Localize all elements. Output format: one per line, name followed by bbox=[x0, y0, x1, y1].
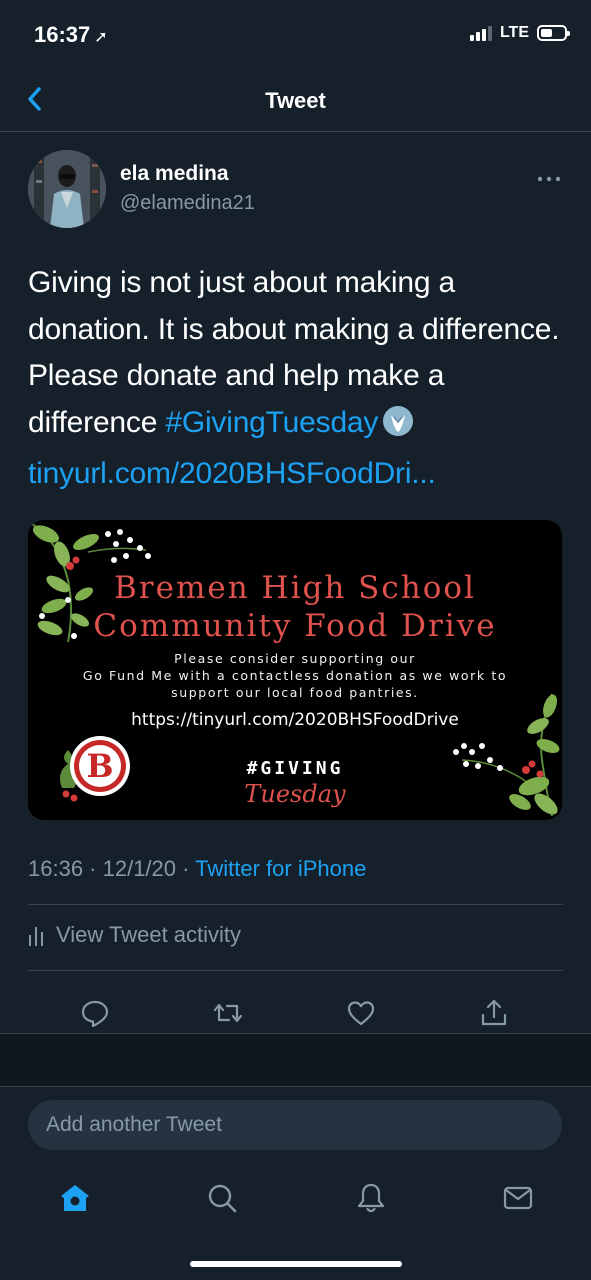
school-logo: B bbox=[54, 728, 134, 813]
bottom-tab-bar bbox=[0, 1170, 591, 1230]
signal-strength-icon bbox=[469, 25, 492, 41]
more-horizontal-icon bbox=[537, 176, 561, 182]
battery-icon bbox=[537, 25, 570, 41]
tweet-url-link[interactable]: tinyurl.com/2020BHSFoodDri... bbox=[28, 457, 436, 490]
bell-icon bbox=[357, 1183, 385, 1213]
card-headline-line2: Community Food Drive bbox=[93, 608, 497, 644]
add-another-tweet-input[interactable] bbox=[28, 1100, 562, 1150]
view-tweet-activity-button[interactable]: View Tweet activity bbox=[28, 922, 241, 948]
status-time-text: 16:37 bbox=[34, 22, 91, 47]
network-type: LTE bbox=[499, 24, 529, 41]
status-time: 16:37 ➚ bbox=[34, 22, 108, 48]
home-icon bbox=[61, 1185, 89, 1211]
retweet-icon bbox=[213, 1003, 243, 1023]
logo-letter: B bbox=[86, 747, 113, 785]
status-indicators: LTE bbox=[469, 24, 570, 42]
search-icon bbox=[208, 1184, 237, 1213]
tweet-text: Giving is not just about making a donati… bbox=[28, 260, 568, 498]
nav-bar: Tweet bbox=[0, 70, 591, 132]
view-tweet-activity-label: View Tweet activity bbox=[56, 922, 242, 947]
tweet-timestamp-row: 16:36 · 12/1/20 · Twitter for iPhone bbox=[28, 856, 366, 882]
home-indicator bbox=[190, 1261, 402, 1267]
media-image-card[interactable]: Bremen High School Community Food Drive … bbox=[28, 520, 562, 820]
school-logo-icon: B bbox=[60, 736, 130, 802]
tab-notifications[interactable] bbox=[355, 1182, 387, 1214]
avatar-photo bbox=[28, 150, 106, 228]
more-options-button[interactable] bbox=[537, 170, 561, 182]
tab-messages[interactable] bbox=[502, 1182, 534, 1214]
hashtag-link[interactable]: #GivingTuesday bbox=[165, 406, 378, 439]
holly-decoration-br-icon bbox=[453, 693, 560, 817]
card-headline-line1: Bremen High School bbox=[114, 570, 476, 606]
status-bar: 16:37 ➚ LTE bbox=[0, 0, 591, 70]
reply-button[interactable] bbox=[80, 998, 110, 1028]
card-body-line2: Go Fund Me with a contactless donation a… bbox=[82, 668, 508, 683]
tab-search[interactable] bbox=[206, 1182, 238, 1214]
author-handle[interactable]: @elamedina21 bbox=[120, 192, 255, 215]
giving-tuesday-icon bbox=[382, 405, 414, 452]
mail-icon bbox=[503, 1186, 533, 1210]
reply-icon bbox=[81, 1000, 109, 1028]
divider bbox=[28, 970, 563, 971]
tweet-timestamp: 16:36 · 12/1/20 · bbox=[28, 856, 196, 881]
section-separator bbox=[0, 1033, 591, 1087]
bar-chart-icon bbox=[29, 927, 43, 946]
share-icon bbox=[481, 999, 507, 1026]
tweet-source-link[interactable]: Twitter for iPhone bbox=[195, 856, 366, 881]
card-body-line1: Please consider supporting our bbox=[174, 651, 416, 666]
share-button[interactable] bbox=[479, 998, 509, 1028]
location-arrow-icon: ➚ bbox=[94, 29, 108, 46]
tab-home[interactable] bbox=[59, 1182, 91, 1214]
tweet-actions bbox=[0, 988, 591, 1034]
avatar[interactable] bbox=[28, 150, 106, 228]
like-button[interactable] bbox=[346, 998, 376, 1028]
author-name[interactable]: ela medina bbox=[120, 162, 229, 186]
heart-icon bbox=[347, 1001, 375, 1026]
page-title: Tweet bbox=[265, 88, 326, 113]
divider bbox=[28, 904, 563, 905]
retweet-button[interactable] bbox=[213, 998, 243, 1028]
